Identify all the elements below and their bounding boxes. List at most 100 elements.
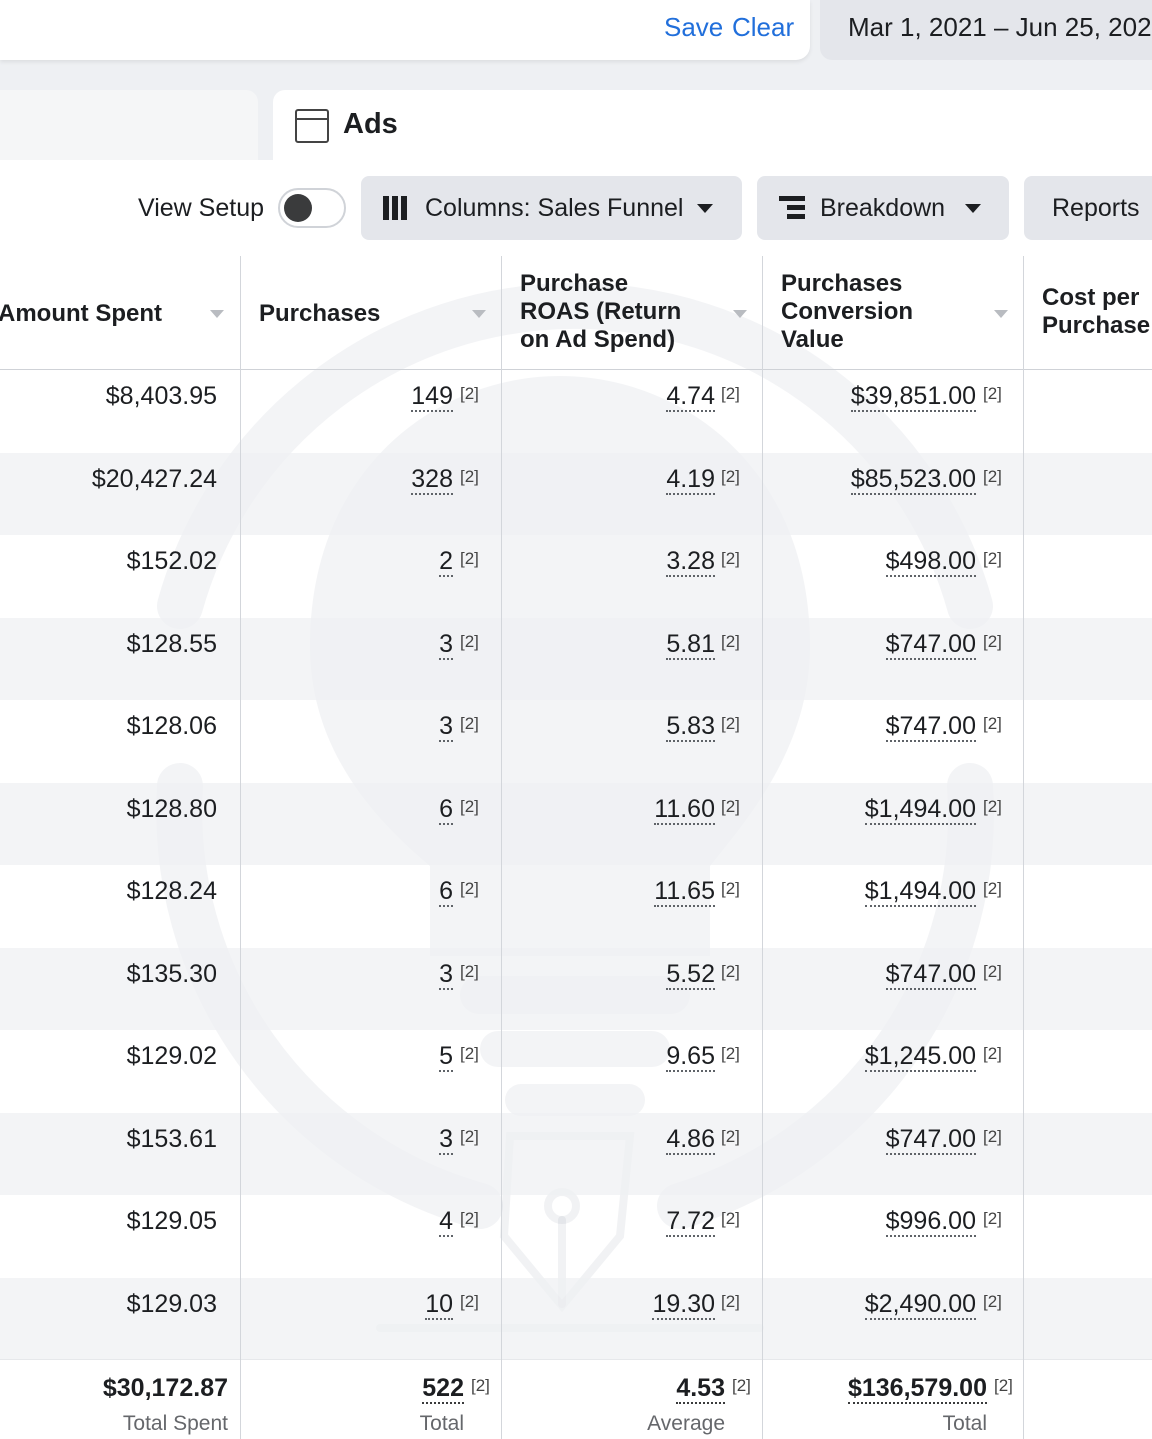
footnote-marker[interactable]: [2] (983, 632, 1002, 652)
cell-purchases[interactable]: 2 (439, 547, 453, 577)
footnote-marker[interactable]: [2] (721, 549, 740, 569)
footnote-marker[interactable]: [2] (460, 797, 479, 817)
cell-purchases[interactable]: 3 (439, 959, 453, 990)
cell-roas[interactable]: 7.72 (666, 1207, 715, 1237)
col-header-purchases[interactable]: Purchases (259, 300, 380, 328)
footnote-marker[interactable]: [2] (983, 1127, 1002, 1147)
col-header-conversion-value[interactable]: Purchases Conversion Value (781, 270, 913, 354)
cell-purchases[interactable]: 10 (425, 1289, 453, 1320)
cell-conversion-value[interactable]: $39,851.00 (850, 382, 976, 412)
footnote-marker[interactable]: [2] (721, 1292, 740, 1312)
footnote-marker[interactable]: [2] (721, 632, 740, 652)
cell-conversion-value[interactable]: $2,490.00 (864, 1289, 976, 1320)
cell-purchases[interactable]: 6 (439, 794, 453, 825)
cell-conversion-value[interactable]: $1,245.00 (864, 1042, 976, 1072)
tab-ads[interactable]: Ads (273, 90, 1152, 162)
footnote-marker[interactable]: [2] (721, 1209, 740, 1229)
footnote-marker[interactable]: [2] (460, 962, 479, 982)
footnote-marker[interactable]: [2] (983, 549, 1002, 569)
footnote-marker[interactable]: [2] (460, 384, 479, 404)
footnote-marker[interactable]: [2] (460, 1209, 479, 1229)
footnote-marker[interactable]: [2] (983, 714, 1002, 734)
col-header-cost-per-purchase[interactable]: Cost per Purchase (1042, 284, 1150, 340)
footnote-marker[interactable]: [2] (721, 467, 740, 487)
cell-purchases[interactable]: 3 (439, 1124, 453, 1155)
col-header-purchase-roas[interactable]: Purchase ROAS (Return on Ad Spend) (520, 270, 681, 354)
columns-button[interactable]: Columns: Sales Funnel (361, 176, 742, 240)
footnote-marker[interactable]: [2] (460, 1044, 479, 1064)
save-button[interactable]: Save (664, 12, 723, 43)
cell-roas[interactable]: 5.81 (666, 629, 715, 660)
cell-purchases[interactable]: 3 (439, 629, 453, 660)
cell-roas[interactable]: 11.65 (654, 877, 715, 907)
table-row[interactable]: $8,403.95 149 [2] 4.74 [2] $39,851.00 [2] (0, 370, 1152, 452)
footnote-marker[interactable]: [2] (732, 1376, 751, 1396)
footnote-marker[interactable]: [2] (460, 1127, 479, 1147)
view-setup-toggle[interactable] (278, 188, 346, 228)
footnote-marker[interactable]: [2] (721, 879, 740, 899)
tab-adsets[interactable] (0, 90, 258, 162)
cell-purchases[interactable]: 328 (411, 464, 453, 495)
cell-purchases[interactable]: 149 (411, 382, 453, 412)
sort-caret-icon[interactable] (733, 310, 747, 318)
footnote-marker[interactable]: [2] (983, 1292, 1002, 1312)
footnote-marker[interactable]: [2] (983, 1209, 1002, 1229)
table-row[interactable]: $128.24 6 [2] 11.65 [2] $1,494.00 [2] (0, 865, 1152, 947)
footnote-marker[interactable]: [2] (460, 1292, 479, 1312)
cell-purchases[interactable]: 3 (439, 712, 453, 742)
cell-conversion-value[interactable]: $498.00 (885, 547, 976, 577)
footnote-marker[interactable]: [2] (983, 467, 1002, 487)
footnote-marker[interactable]: [2] (983, 1044, 1002, 1064)
footnote-marker[interactable]: [2] (460, 714, 479, 734)
cell-roas[interactable]: 3.28 (666, 547, 715, 577)
table-row[interactable]: $152.02 2 [2] 3.28 [2] $498.00 [2] (0, 535, 1152, 617)
footnote-marker[interactable]: [2] (471, 1376, 490, 1396)
footnote-marker[interactable]: [2] (983, 797, 1002, 817)
footnote-marker[interactable]: [2] (983, 879, 1002, 899)
footnote-marker[interactable]: [2] (721, 384, 740, 404)
cell-conversion-value[interactable]: $1,494.00 (864, 877, 976, 907)
table-row[interactable]: $129.03 10 [2] 19.30 [2] $2,490.00 [2] (0, 1277, 1152, 1360)
cell-purchases[interactable]: 5 (439, 1042, 453, 1072)
cell-conversion-value[interactable]: $747.00 (885, 629, 976, 660)
cell-purchases[interactable]: 4 (439, 1207, 453, 1237)
cell-roas[interactable]: 9.65 (666, 1042, 715, 1072)
total-roas[interactable]: 4.53 (676, 1374, 725, 1404)
cell-conversion-value[interactable]: $747.00 (885, 712, 976, 742)
reports-button[interactable]: Reports (1024, 176, 1152, 240)
footnote-marker[interactable]: [2] (721, 1044, 740, 1064)
total-purchases[interactable]: 522 (422, 1374, 464, 1404)
col-header-amount-spent[interactable]: Amount Spent (0, 300, 162, 328)
cell-roas[interactable]: 4.86 (666, 1124, 715, 1155)
table-row[interactable]: $129.02 5 [2] 9.65 [2] $1,245.00 [2] (0, 1030, 1152, 1112)
footnote-marker[interactable]: [2] (721, 962, 740, 982)
sort-caret-icon[interactable] (994, 310, 1008, 318)
footnote-marker[interactable]: [2] (460, 879, 479, 899)
footnote-marker[interactable]: [2] (460, 467, 479, 487)
cell-roas[interactable]: 4.19 (666, 464, 715, 495)
cell-conversion-value[interactable]: $747.00 (885, 959, 976, 990)
footnote-marker[interactable]: [2] (994, 1376, 1013, 1396)
cell-roas[interactable]: 5.52 (666, 959, 715, 990)
footnote-marker[interactable]: [2] (721, 714, 740, 734)
date-range-picker[interactable]: Mar 1, 2021 – Jun 25, 2021 (820, 0, 1152, 60)
footnote-marker[interactable]: [2] (983, 962, 1002, 982)
table-row[interactable]: $135.30 3 [2] 5.52 [2] $747.00 [2] (0, 947, 1152, 1030)
footnote-marker[interactable]: [2] (460, 549, 479, 569)
breakdown-button[interactable]: Breakdown (757, 176, 1009, 240)
table-row[interactable]: $128.06 3 [2] 5.83 [2] $747.00 [2] (0, 700, 1152, 782)
footnote-marker[interactable]: [2] (721, 797, 740, 817)
cell-roas[interactable]: 19.30 (652, 1289, 715, 1320)
total-conversion-value[interactable]: $136,579.00 (847, 1374, 987, 1404)
footnote-marker[interactable]: [2] (983, 384, 1002, 404)
cell-roas[interactable]: 11.60 (654, 794, 715, 825)
cell-conversion-value[interactable]: $1,494.00 (864, 794, 976, 825)
table-row[interactable]: $128.80 6 [2] 11.60 [2] $1,494.00 [2] (0, 782, 1152, 865)
table-row[interactable]: $128.55 3 [2] 5.81 [2] $747.00 [2] (0, 617, 1152, 700)
cell-roas[interactable]: 5.83 (666, 712, 715, 742)
cell-conversion-value[interactable]: $85,523.00 (850, 464, 976, 495)
cell-conversion-value[interactable]: $996.00 (885, 1207, 976, 1237)
sort-caret-icon[interactable] (210, 310, 224, 318)
table-row[interactable]: $129.05 4 [2] 7.72 [2] $996.00 [2] (0, 1195, 1152, 1277)
table-row[interactable]: $20,427.24 328 [2] 4.19 [2] $85,523.00 [2] (0, 452, 1152, 535)
